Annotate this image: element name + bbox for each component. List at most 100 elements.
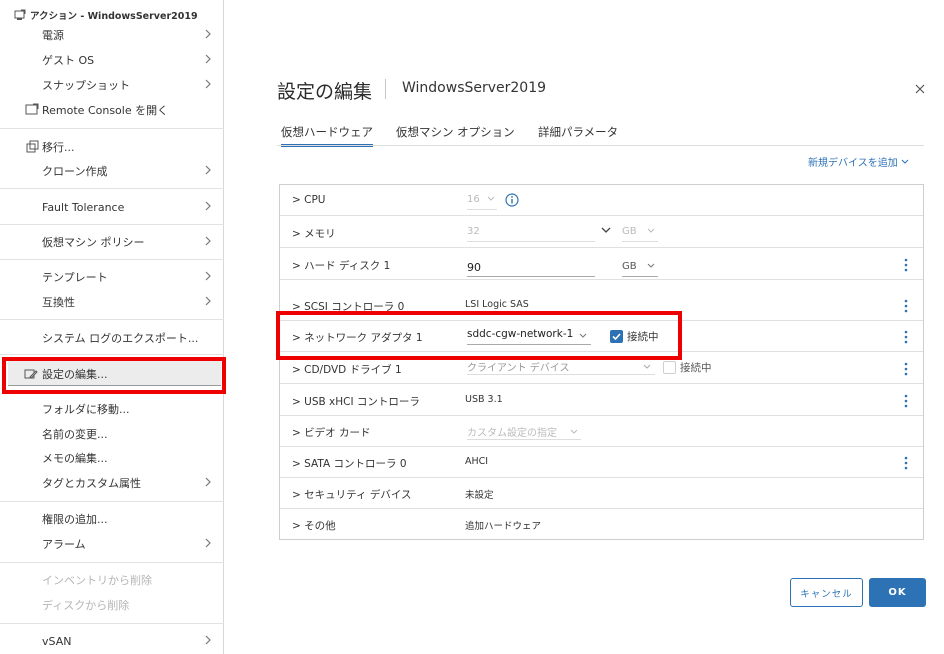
- tab-advanced-parameters[interactable]: 詳細パラメータ: [538, 124, 618, 146]
- menu-divider: [0, 188, 224, 189]
- menu-item-tags-attributes[interactable]: タグとカスタム属性: [0, 472, 224, 494]
- menu-divider: [0, 319, 224, 320]
- menu-item-remote-console[interactable]: Remote Console を開く: [0, 99, 224, 121]
- row-label-security-device: > セキュリティ デバイス: [292, 489, 412, 501]
- chevron-down-icon: [647, 228, 655, 233]
- menu-item-label: 移行...: [42, 141, 75, 154]
- menu-item-vsan[interactable]: vSAN: [0, 630, 224, 652]
- migrate-icon: [26, 140, 39, 153]
- menu-item-label: Remote Console を開く: [42, 104, 169, 117]
- more-options-icon[interactable]: [902, 361, 910, 377]
- menu-item-migrate[interactable]: 移行...: [0, 136, 224, 158]
- chevron-right-icon: [205, 201, 211, 211]
- hardware-row-other[interactable]: > その他 追加ハードウェア: [280, 509, 923, 540]
- hardware-row-sata-controller-0[interactable]: > SATA コントローラ 0 AHCI: [280, 447, 923, 478]
- row-label-cpu: > CPU: [292, 194, 326, 206]
- menu-divider: [0, 354, 224, 355]
- menu-divider: [0, 259, 224, 260]
- sata-controller-type: AHCI: [465, 456, 489, 467]
- memory-unit-select: GB: [622, 226, 658, 242]
- hardware-row-security-device[interactable]: > セキュリティ デバイス 未設定: [280, 478, 923, 509]
- tab-vm-options[interactable]: 仮想マシン オプション: [396, 124, 515, 146]
- chevron-down-icon[interactable]: [601, 227, 611, 234]
- menu-item-add-permission[interactable]: 権限の追加...: [0, 508, 224, 530]
- row-label-usb: > USB xHCI コントローラ: [292, 396, 420, 408]
- dialog-title: 設定の編集: [277, 81, 373, 103]
- menu-item-label: メモの編集...: [42, 452, 108, 465]
- menu-item-clone[interactable]: クローン作成: [0, 160, 224, 182]
- chevron-right-icon: [205, 538, 211, 548]
- cd-dvd-connected-checkbox[interactable]: [663, 361, 676, 374]
- edit-settings-highlight-box: [2, 357, 226, 394]
- chevron-right-icon: [205, 477, 211, 487]
- hardware-row-usb-controller[interactable]: > USB xHCI コントローラ USB 3.1: [280, 385, 923, 416]
- add-new-device-button[interactable]: 新規デバイスを追加: [808, 154, 909, 169]
- menu-item-export-logs[interactable]: システム ログのエクスポート...: [0, 327, 224, 349]
- more-options-icon[interactable]: [902, 393, 910, 409]
- chevron-down-icon: [570, 429, 578, 434]
- menu-divider: [0, 501, 224, 502]
- more-options-icon[interactable]: [902, 298, 910, 314]
- menu-item-compatibility[interactable]: 互換性: [0, 291, 224, 313]
- menu-item-snapshot[interactable]: スナップショット: [0, 74, 224, 96]
- other-hardware-value: 追加ハードウェア: [465, 521, 542, 532]
- dialog-vm-name: WindowsServer2019: [402, 80, 547, 96]
- menu-item-alarms[interactable]: アラーム: [0, 533, 224, 555]
- cpu-count-select: 16: [467, 194, 497, 210]
- menu-item-edit-notes[interactable]: メモの編集...: [0, 447, 224, 469]
- chevron-right-icon: [205, 79, 211, 89]
- network-adapter-highlight-box: [276, 311, 682, 360]
- cancel-button[interactable]: キャンセル: [790, 578, 863, 607]
- hardware-row-hard-disk-1[interactable]: > ハード ディスク 1 90 GB: [280, 249, 923, 280]
- hardware-row-cpu[interactable]: > CPU 16: [280, 185, 923, 216]
- chevron-right-icon: [205, 296, 211, 306]
- menu-item-power[interactable]: 電源: [0, 24, 224, 46]
- chevron-right-icon: [205, 635, 211, 645]
- menu-item-label: ディスクから削除: [42, 599, 130, 612]
- scsi-controller-type: LSI Logic SAS: [465, 299, 529, 310]
- more-options-icon[interactable]: [902, 257, 910, 273]
- menu-item-label: クローン作成: [42, 165, 108, 178]
- info-icon[interactable]: [505, 193, 519, 207]
- add-device-label: 新規デバイスを追加: [808, 158, 898, 169]
- menu-divider: [0, 128, 224, 129]
- hard-disk-unit-select[interactable]: GB: [622, 261, 658, 277]
- hardware-row-memory[interactable]: > メモリ 32 GB: [280, 217, 923, 248]
- menu-item-delete-from-disk: ディスクから削除: [0, 594, 224, 616]
- chevron-right-icon: [205, 165, 211, 175]
- menu-item-label: Fault Tolerance: [42, 200, 125, 214]
- console-icon: [25, 103, 39, 115]
- menu-item-label: テンプレート: [42, 271, 108, 284]
- chevron-right-icon: [205, 54, 211, 64]
- menu-title: アクション - WindowsServer2019: [14, 8, 198, 22]
- menu-divider: [0, 224, 224, 225]
- menu-item-rename[interactable]: 名前の変更...: [0, 423, 224, 445]
- menu-item-fault-tolerance[interactable]: Fault Tolerance: [0, 196, 224, 218]
- menu-item-label: 電源: [42, 29, 64, 42]
- menu-item-label: タグとカスタム属性: [42, 477, 141, 490]
- menu-item-guest-os[interactable]: ゲスト OS: [0, 49, 224, 71]
- menu-title-text: アクション - WindowsServer2019: [30, 11, 198, 22]
- menu-divider: [0, 562, 224, 563]
- hardware-row-video-card[interactable]: > ビデオ カード カスタム設定の指定: [280, 416, 923, 447]
- ok-button[interactable]: OK: [869, 578, 926, 607]
- menu-item-template[interactable]: テンプレート: [0, 266, 224, 288]
- menu-item-remove-from-inventory: インベントリから削除: [0, 569, 224, 591]
- close-icon[interactable]: [913, 82, 927, 96]
- video-card-settings-select: カスタム設定の指定: [467, 424, 581, 440]
- menu-item-label: フォルダに移動...: [42, 403, 130, 416]
- menu-item-move-to-folder[interactable]: フォルダに移動...: [0, 398, 224, 420]
- memory-size-input: 32: [467, 226, 595, 242]
- hard-disk-size-input[interactable]: 90: [467, 261, 595, 277]
- row-label-other: > その他: [292, 520, 336, 532]
- cd-dvd-source-select[interactable]: クライアント デバイス: [467, 359, 655, 375]
- menu-item-label: 名前の変更...: [42, 428, 108, 441]
- tab-virtual-hardware[interactable]: 仮想ハードウェア: [281, 124, 373, 147]
- menu-item-label: システム ログのエクスポート...: [42, 332, 199, 345]
- more-options-icon[interactable]: [902, 455, 910, 471]
- menu-divider: [0, 623, 224, 624]
- menu-item-vm-policy[interactable]: 仮想マシン ポリシー: [0, 231, 224, 253]
- vm-icon: [14, 9, 26, 20]
- more-options-icon[interactable]: [902, 329, 910, 345]
- menu-item-label: アラーム: [42, 538, 86, 551]
